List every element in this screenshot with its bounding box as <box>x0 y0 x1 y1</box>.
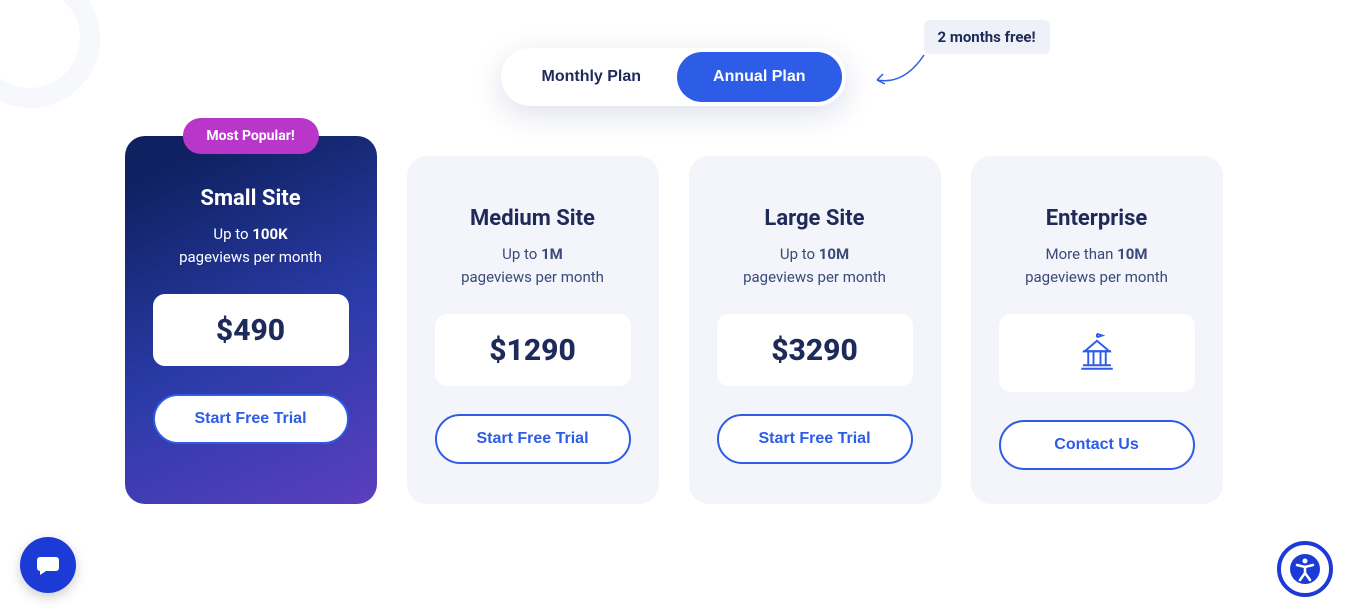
plan-sub-suffix: pageviews per month <box>743 268 886 286</box>
price-value: $490 <box>216 313 285 348</box>
plan-name: Medium Site <box>435 206 631 231</box>
plan-name: Enterprise <box>999 206 1195 231</box>
accessibility-icon <box>1288 552 1322 586</box>
chat-widget-button[interactable] <box>20 537 76 593</box>
promo-badge: 2 months free! <box>924 20 1050 54</box>
plan-sub-bold: 10M <box>819 245 849 263</box>
start-trial-button[interactable]: Start Free Trial <box>435 414 631 464</box>
pricing-grid: Most Popular! Small Site Up to 100K page… <box>0 156 1347 504</box>
price-value: $1290 <box>489 333 576 368</box>
plan-sub-prefix: Up to <box>213 225 252 243</box>
plan-sub-suffix: pageviews per month <box>179 248 322 266</box>
plan-sub-bold: 10M <box>1117 245 1147 263</box>
billing-toggle-wrapper: Monthly Plan Annual Plan 2 months free! <box>0 48 1347 106</box>
chat-icon <box>34 551 62 579</box>
plan-sub-prefix: Up to <box>502 245 541 263</box>
plan-subtitle: Up to 1M pageviews per month <box>435 243 631 288</box>
price-box: $3290 <box>717 314 913 386</box>
popular-badge: Most Popular! <box>182 118 318 154</box>
plan-sub-suffix: pageviews per month <box>461 268 604 286</box>
monthly-plan-toggle[interactable]: Monthly Plan <box>505 52 677 102</box>
promo-callout: 2 months free! <box>924 20 1050 54</box>
plan-sub-bold: 100K <box>252 225 287 243</box>
plan-subtitle: More than 10M pageviews per month <box>999 243 1195 288</box>
plan-subtitle: Up to 10M pageviews per month <box>717 243 913 288</box>
accessibility-button[interactable] <box>1277 541 1333 597</box>
plan-subtitle: Up to 100K pageviews per month <box>153 223 349 268</box>
start-trial-button[interactable]: Start Free Trial <box>717 414 913 464</box>
plan-name: Small Site <box>153 186 349 211</box>
plan-card-small: Most Popular! Small Site Up to 100K page… <box>125 136 377 504</box>
plan-card-enterprise: Enterprise More than 10M pageviews per m… <box>971 156 1223 504</box>
plan-sub-bold: 1M <box>541 245 563 263</box>
plan-name: Large Site <box>717 206 913 231</box>
start-trial-button[interactable]: Start Free Trial <box>153 394 349 444</box>
price-value: $3290 <box>771 333 858 368</box>
price-box: $490 <box>153 294 349 366</box>
plan-card-medium: Medium Site Up to 1M pageviews per month… <box>407 156 659 504</box>
plan-sub-prefix: More than <box>1046 245 1118 263</box>
plan-sub-prefix: Up to <box>780 245 819 263</box>
price-box <box>999 314 1195 392</box>
contact-us-button[interactable]: Contact Us <box>999 420 1195 470</box>
plan-card-large: Large Site Up to 10M pageviews per month… <box>689 156 941 504</box>
government-building-icon <box>1076 332 1118 374</box>
annual-plan-toggle[interactable]: Annual Plan <box>677 52 841 102</box>
billing-toggle: Monthly Plan Annual Plan <box>501 48 845 106</box>
price-box: $1290 <box>435 314 631 386</box>
promo-arrow-icon <box>869 50 929 90</box>
plan-sub-suffix: pageviews per month <box>1025 268 1168 286</box>
